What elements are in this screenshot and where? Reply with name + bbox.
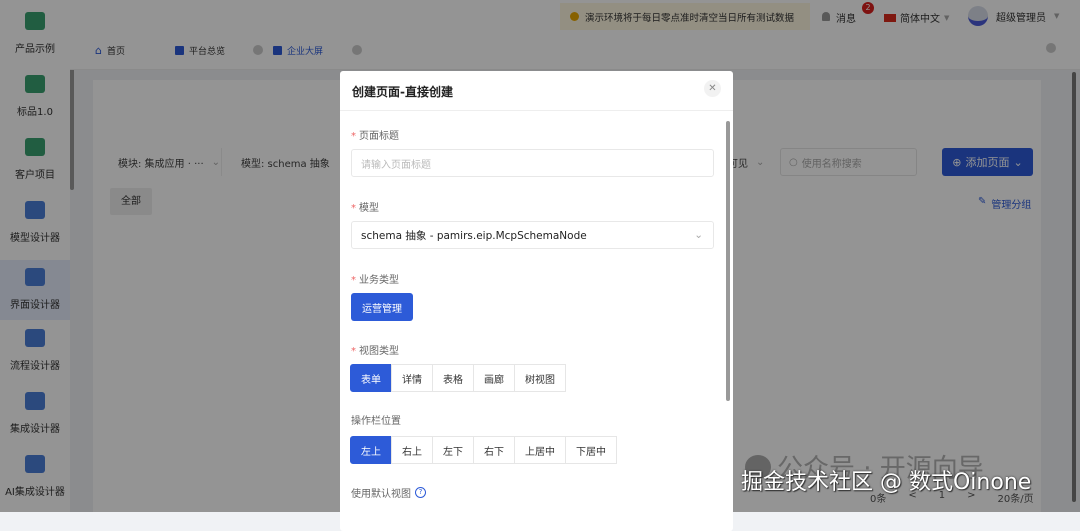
action-position-option[interactable]: 上居中 bbox=[514, 436, 566, 464]
help-icon[interactable]: ? bbox=[415, 487, 426, 498]
page-title-input[interactable]: 请输入页面标题 bbox=[351, 149, 714, 177]
view-type-label: * 视图类型 bbox=[351, 346, 399, 357]
action-position-option[interactable]: 左上 bbox=[350, 436, 392, 464]
default-view-label: 使用默认视图? bbox=[351, 485, 426, 500]
modal-scrollbar[interactable] bbox=[726, 121, 730, 401]
action-position-option[interactable]: 右上 bbox=[391, 436, 433, 464]
biz-type-label: * 业务类型 bbox=[351, 275, 399, 286]
modal-title: 创建页面-直接创建 bbox=[352, 85, 453, 99]
view-type-segmented: 表单 详情 表格 画廊 树视图 bbox=[350, 364, 566, 392]
action-position-option[interactable]: 左下 bbox=[432, 436, 474, 464]
action-position-segmented: 左上 右上 左下 右下 上居中 下居中 bbox=[350, 436, 617, 464]
biz-type-button[interactable]: 运营管理 bbox=[351, 293, 413, 321]
chevron-down-icon: ⌄ bbox=[694, 229, 703, 241]
view-type-option[interactable]: 表格 bbox=[432, 364, 474, 392]
action-position-option[interactable]: 下居中 bbox=[565, 436, 617, 464]
view-type-option[interactable]: 详情 bbox=[391, 364, 433, 392]
action-position-option[interactable]: 右下 bbox=[473, 436, 515, 464]
divider bbox=[340, 110, 733, 111]
view-type-option[interactable]: 表单 bbox=[350, 364, 392, 392]
model-select[interactable]: schema 抽象 - pamirs.eip.McpSchemaNode ⌄ bbox=[351, 221, 714, 249]
create-page-modal: 创建页面-直接创建 ✕ * 页面标题 请输入页面标题 * 模型 schema 抽象 … bbox=[340, 71, 733, 531]
model-label: * 模型 bbox=[351, 203, 379, 214]
close-icon[interactable]: ✕ bbox=[704, 80, 721, 97]
juejin-watermark: 掘金技术社区 @ 数式Oinone bbox=[741, 470, 1032, 495]
view-type-option[interactable]: 树视图 bbox=[514, 364, 566, 392]
page-title-label: * 页面标题 bbox=[351, 131, 399, 142]
action-bar-label: 操作栏位置 bbox=[351, 416, 401, 427]
view-type-option[interactable]: 画廊 bbox=[473, 364, 515, 392]
